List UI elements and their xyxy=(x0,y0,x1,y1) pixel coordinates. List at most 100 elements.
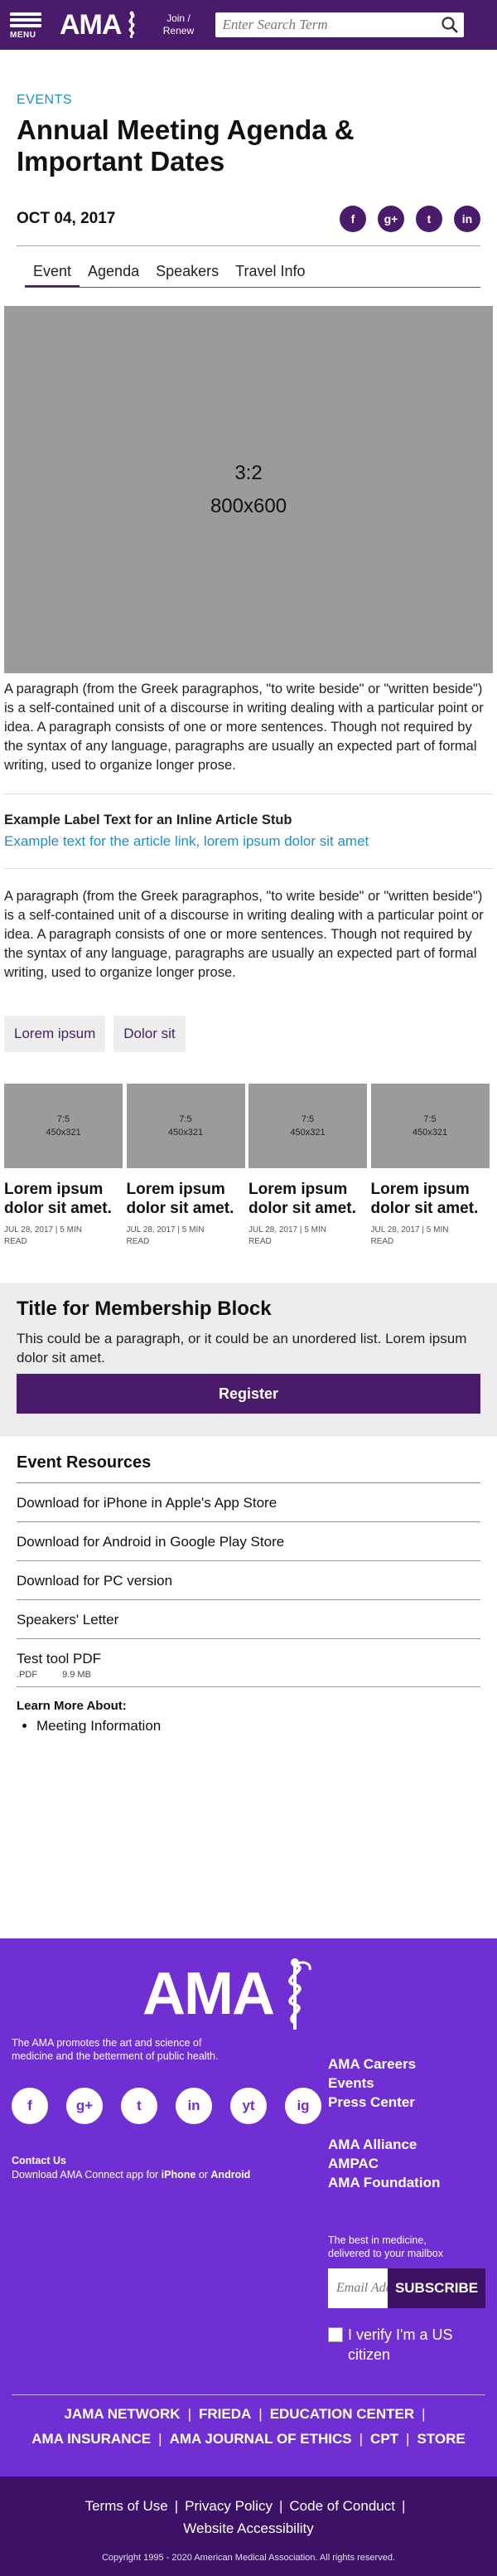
hero-image-placeholder: 3:2 800x600 xyxy=(4,306,493,673)
email-field[interactable] xyxy=(328,2268,388,2308)
section-eyebrow[interactable]: EVENTS xyxy=(17,93,480,108)
footer-link-press-center[interactable]: Press Center xyxy=(328,2093,416,2112)
card-ratio-label: 7:5 xyxy=(301,1114,315,1124)
tag-dolor-sit[interactable]: Dolor sit xyxy=(113,1016,186,1052)
footer-link-alliance[interactable]: AMA Alliance xyxy=(328,2135,440,2154)
footer-links-group-1: AMA Careers Events Press Center xyxy=(328,2054,416,2112)
brand-link-cpt[interactable]: CPT xyxy=(370,2431,398,2447)
divider xyxy=(17,245,480,246)
tab-travel-info[interactable]: Travel Info xyxy=(227,263,313,287)
separator: | xyxy=(406,2431,410,2447)
card-image-placeholder: 7:5 450x321 xyxy=(126,1084,245,1168)
ama-logo[interactable]: AMA xyxy=(60,9,141,41)
card-meta-line: READ xyxy=(126,1237,150,1246)
facebook-icon[interactable]: f xyxy=(12,2088,48,2124)
website-accessibility-link[interactable]: Website Accessibility xyxy=(183,2520,313,2536)
card-meta: JUL 28, 2017 | 5 MIN READ xyxy=(127,1225,248,1248)
tag-list: Lorem ipsum Dolor sit xyxy=(0,1016,497,1052)
search-button[interactable] xyxy=(436,14,464,36)
resource-link-android[interactable]: Download for Android in Google Play Stor… xyxy=(17,1522,480,1561)
resource-file-pdf[interactable]: Test tool PDF .PDF 9.9 MB xyxy=(17,1639,480,1687)
android-app-link[interactable]: Android xyxy=(210,2169,250,2181)
join-renew-link[interactable]: Join / Renew xyxy=(159,12,197,37)
footer-link-careers[interactable]: AMA Careers xyxy=(328,2054,416,2074)
related-card[interactable]: 7:5 450x321 Lorem ipsum dolor sit amet. … xyxy=(126,1084,248,1248)
page-title-line-2: Important Dates xyxy=(17,146,225,177)
related-card[interactable]: 7:5 450x321 Lorem ipsum dolor sit amet. … xyxy=(248,1084,370,1248)
twitter-share-icon[interactable]: t xyxy=(416,206,442,232)
search-box xyxy=(215,12,465,37)
card-meta-line: JUL 28, 2017 | 5 MIN xyxy=(370,1225,449,1235)
inline-stub-link[interactable]: Example text for the article link, lorem… xyxy=(0,833,497,850)
youtube-icon[interactable]: yt xyxy=(230,2088,267,2124)
google-plus-share-icon[interactable]: g+ xyxy=(378,206,404,232)
verify-checkbox[interactable] xyxy=(328,2327,343,2342)
tab-speakers[interactable]: Speakers xyxy=(147,263,227,287)
card-size-label: 450x321 xyxy=(46,1128,81,1138)
related-card[interactable]: 7:5 450x321 Lorem ipsum dolor sit amet. … xyxy=(370,1084,493,1248)
search-input[interactable] xyxy=(222,17,437,33)
card-title: Lorem ipsum dolor sit amet. xyxy=(4,1181,112,1217)
legal-links-row-1: Terms of Use | Privacy Policy | Code of Cond… xyxy=(0,2495,497,2517)
verify-label: I verify I'm a US citizen xyxy=(348,2325,452,2365)
subscribe-button[interactable]: SUBSCRIBE xyxy=(388,2268,485,2308)
separator: | xyxy=(258,2406,263,2422)
resource-link-speakers-letter[interactable]: Speakers' Letter xyxy=(17,1600,480,1639)
card-meta: JUL 28, 2017 | 5 MIN READ xyxy=(4,1225,126,1248)
tab-event[interactable]: Event xyxy=(25,263,80,287)
site-footer: AMA The AMA promotes the art and science… xyxy=(0,1938,497,2490)
contact-app-prefix: Download AMA Connect app for xyxy=(12,2169,162,2181)
instagram-icon[interactable]: ig xyxy=(285,2088,321,2124)
contact-us-link[interactable]: Contact Us xyxy=(12,2154,250,2168)
brand-link-insurance[interactable]: AMA INSURANCE xyxy=(31,2431,151,2447)
learn-more-link[interactable]: Meeting Information xyxy=(36,1718,161,1734)
file-meta: .PDF 9.9 MB xyxy=(17,1670,480,1680)
card-meta: JUL 28, 2017 | 5 MIN READ xyxy=(248,1225,370,1248)
register-button[interactable]: Register xyxy=(17,1374,480,1414)
resource-link-pc[interactable]: Download for PC version xyxy=(17,1561,480,1600)
tab-agenda[interactable]: Agenda xyxy=(80,263,147,287)
file-size: 9.9 MB xyxy=(62,1670,91,1680)
tag-lorem-ipsum[interactable]: Lorem ipsum xyxy=(4,1016,106,1052)
footer-link-ampac[interactable]: AMPAC xyxy=(328,2154,440,2173)
card-title: Lorem ipsum dolor sit amet. xyxy=(126,1181,234,1217)
brand-link-store[interactable]: STORE xyxy=(417,2431,465,2447)
brand-link-frieda[interactable]: FRIEDA xyxy=(199,2406,251,2422)
card-ratio-label: 7:5 xyxy=(56,1114,70,1124)
newsletter-text: The best in medicine, delivered to your … xyxy=(328,2234,443,2260)
join-label: Join / xyxy=(166,12,191,24)
hero-ratio-label: 3:2 xyxy=(234,461,263,484)
google-plus-icon[interactable]: g+ xyxy=(66,2088,103,2124)
caduceus-icon xyxy=(288,1958,311,2030)
membership-block: Title for Membership Block This could be… xyxy=(0,1283,497,1437)
brand-link-jama[interactable]: JAMA NETWORK xyxy=(64,2406,180,2422)
date-share-row: OCT 04, 2017 f g+ t in xyxy=(17,206,480,232)
iphone-app-link[interactable]: iPhone xyxy=(162,2169,196,2181)
linkedin-share-icon[interactable]: in xyxy=(454,206,480,232)
hamburger-icon xyxy=(10,10,41,30)
resource-link-iphone[interactable]: Download for iPhone in Apple's App Store xyxy=(17,1483,480,1522)
footer-links-group-2: AMA Alliance AMPAC AMA Foundation xyxy=(328,2135,440,2192)
resources-title: Event Resources xyxy=(17,1453,480,1483)
card-size-label: 450x321 xyxy=(290,1128,326,1138)
code-of-conduct-link[interactable]: Code of Conduct xyxy=(289,2498,395,2514)
divider xyxy=(4,868,493,869)
terms-of-use-link[interactable]: Terms of Use xyxy=(85,2498,168,2514)
privacy-policy-link[interactable]: Privacy Policy xyxy=(185,2498,273,2514)
related-card[interactable]: 7:5 450x321 Lorem ipsum dolor sit amet. … xyxy=(4,1084,126,1248)
footer-ama-logo[interactable]: AMA xyxy=(142,1957,358,2031)
twitter-icon[interactable]: t xyxy=(121,2088,157,2124)
brand-link-education-center[interactable]: EDUCATION CENTER xyxy=(270,2406,414,2422)
brand-link-journal-of-ethics[interactable]: AMA JOURNAL OF ETHICS xyxy=(170,2431,352,2447)
linkedin-icon[interactable]: in xyxy=(176,2088,212,2124)
footer-link-events[interactable]: Events xyxy=(328,2074,416,2093)
facebook-share-icon[interactable]: f xyxy=(340,206,366,232)
renew-label: Renew xyxy=(162,25,195,36)
footer-link-foundation[interactable]: AMA Foundation xyxy=(328,2173,440,2192)
card-image-placeholder: 7:5 450x321 xyxy=(4,1084,123,1168)
menu-button[interactable]: MENU xyxy=(10,10,48,40)
inline-stub-label: Example Label Text for an Inline Article… xyxy=(4,813,292,827)
top-navigation-bar: MENU AMA Join / Renew xyxy=(0,0,497,50)
card-meta: JUL 28, 2017 | 5 MIN READ xyxy=(371,1225,493,1248)
brand-links-row-1: JAMA NETWORK | FRIEDA | EDUCATION CENTER | xyxy=(0,2403,497,2426)
